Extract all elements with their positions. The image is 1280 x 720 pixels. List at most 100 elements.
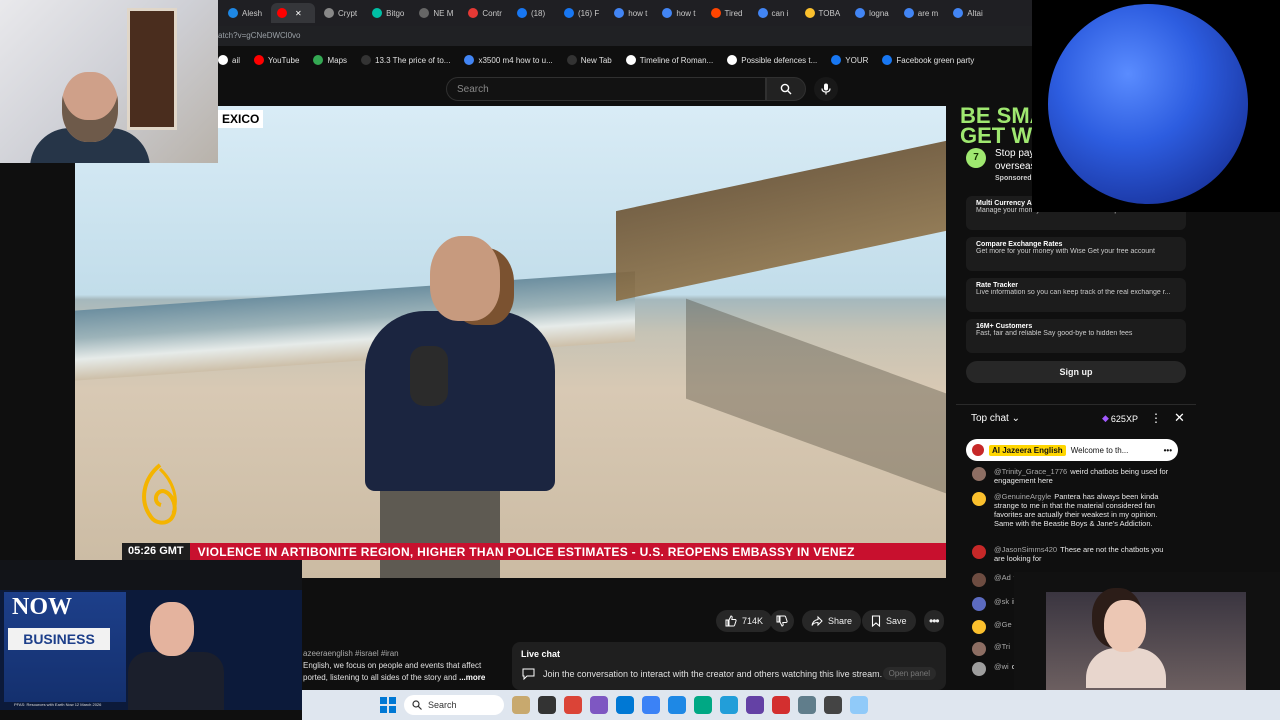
bookmark-item[interactable]: x3500 m4 how to u... [464,55,553,65]
bookmark-item[interactable]: 13.3 The price of to... [361,55,450,65]
webcam-door [127,8,177,130]
copilot-icon[interactable] [590,696,608,714]
photos-icon[interactable] [850,696,868,714]
bookmark-item[interactable]: Possible defences t... [727,55,817,65]
share-label: Share [828,616,853,626]
browser-tab[interactable]: ✕ [271,3,316,23]
video-player[interactable] [75,106,946,578]
streamer-webcam-left [0,0,218,163]
bookmark-item[interactable]: New Tab [566,55,612,65]
streamer-webcam-right [1014,572,1280,690]
browser-tab[interactable]: (16) F [558,3,605,23]
tab-close-icon[interactable]: ✕ [295,9,302,18]
chat-username[interactable]: @wi [994,662,1009,671]
tab-favicon-icon [563,8,574,18]
share-button[interactable]: Share [802,610,862,632]
bookmark-item[interactable]: ail [218,55,240,65]
chat-mode-dropdown[interactable]: Top chat ⌄ [971,413,1020,424]
chat-username[interactable]: @GenuineArgyle [994,492,1051,501]
browser-tab[interactable]: can i [752,3,796,23]
start-button[interactable] [380,697,396,713]
pinned-menu-button[interactable]: ••• [1164,446,1172,455]
chat-username[interactable]: @Ad [994,573,1011,582]
ad-item-customers[interactable]: 16M+ Customers Fast, fair and reliable S… [966,319,1186,353]
more-actions-button[interactable]: ••• [924,610,944,632]
ad-item-title: Rate Tracker [976,282,1019,289]
task-view-icon[interactable] [538,696,556,714]
obs-icon[interactable] [824,696,842,714]
ad-sponsor-title[interactable]: Stop pay [995,148,1034,159]
browser-tab[interactable]: Tired [705,3,749,23]
like-count: 714K [742,616,764,626]
chat-avatar [972,573,986,587]
close-chat-button[interactable]: ✕ [1174,410,1185,426]
browser-tab[interactable]: Altai [947,3,991,23]
chrome-icon[interactable] [564,696,582,714]
chat-username[interactable]: @JasonSimms420 [994,545,1057,554]
explorer-icon[interactable] [668,696,686,714]
description-line-1: English, we focus on people and events t… [303,661,482,670]
chat-message[interactable]: @JasonSimms420 These are not the chatbots… [972,545,1172,563]
thumbnail-caption: PFAS: Resources with Earth Now 12 March … [14,702,102,707]
tab-favicon-icon [757,8,768,18]
widgets-icon[interactable] [512,696,530,714]
whatsapp-icon[interactable] [694,696,712,714]
tab-label: Alesh [242,8,263,18]
chat-username[interactable]: @Tri [994,642,1010,651]
bookmark-label: Facebook green party [896,55,975,65]
edge-icon[interactable] [616,696,634,714]
tab-label: Bitgo [386,8,405,18]
address-bar[interactable]: atch?v=gCNeDWCl0vo [218,26,1032,46]
taskbar-search[interactable]: Search [404,695,504,715]
thumbnail-toolbar [0,560,302,590]
browser-tab[interactable]: how t [656,3,701,23]
tab-favicon-icon [372,8,383,18]
chat-message[interactable]: @Trinity_Grace_1776 weird chatbots being … [972,467,1172,485]
bookmark-item[interactable]: Timeline of Roman... [625,55,713,65]
more-link[interactable]: ...more [459,673,485,682]
like-button[interactable]: 714K [716,610,773,632]
browser-tab[interactable]: are m [898,3,944,23]
bookmark-item[interactable]: YouTube [254,55,299,65]
browser-tab[interactable]: logna [849,3,895,23]
pinned-message[interactable]: Al Jazeera English Welcome to th... ••• [966,439,1178,461]
bookmark-favicon-icon [831,55,842,65]
chat-username[interactable]: @sk [994,597,1009,606]
chat-username[interactable]: @Trinity_Grace_1776 [994,467,1067,476]
ad-item-rate-tracker[interactable]: Rate Tracker Live information so you can… [966,278,1186,312]
store-icon[interactable] [642,696,660,714]
open-panel-button[interactable]: Open panel [882,667,936,680]
xp-badge[interactable]: ◆ 625XP [1102,413,1138,424]
twitch-icon[interactable] [746,696,764,714]
bookmark-item[interactable]: Facebook green party [882,55,974,65]
chat-menu-button[interactable]: ⋮ [1150,411,1162,425]
browser-tab[interactable]: NE M [413,3,459,23]
save-button[interactable]: Save [862,610,916,632]
browser-tab[interactable]: Alesh [222,3,268,23]
search-button[interactable] [766,77,806,101]
search-input[interactable]: Search [446,77,766,101]
chat-message[interactable]: @GenuineArgyle Pantera has always been ki… [972,492,1172,528]
video-description[interactable]: azeeraenglish #israel #iran English, we … [303,648,503,684]
voice-search-button[interactable] [814,77,838,101]
browser-tab[interactable]: how t [608,3,653,23]
browser-tab[interactable]: TOBA [799,3,847,23]
address-url[interactable]: atch?v=gCNeDWCl0vo [218,31,300,40]
browser-tab[interactable]: Crypt [318,3,363,23]
ad-item-compare-rates[interactable]: Compare Exchange Rates Get more for your… [966,237,1186,271]
browser-tab[interactable]: Contr [462,3,508,23]
acrobat-icon[interactable] [772,696,790,714]
bookmark-item[interactable]: Maps [313,55,347,65]
settings-icon[interactable] [798,696,816,714]
ad-signup-button[interactable]: Sign up [966,361,1186,383]
bookmark-item[interactable]: YOUR [831,55,868,65]
webcam-person-head [62,72,118,142]
tab-favicon-icon [953,8,964,18]
browser-tab[interactable]: Bitgo [366,3,410,23]
chat-username[interactable]: @Ge [994,620,1012,629]
telegram-icon[interactable] [720,696,738,714]
search-icon [412,700,422,710]
browser-tab[interactable]: (18) [511,3,555,23]
dislike-button[interactable] [770,610,794,632]
chat-avatar [972,467,986,481]
